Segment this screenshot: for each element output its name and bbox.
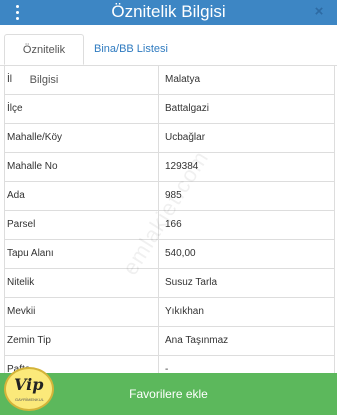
logo-subtext: GAYRİMENKUL <box>15 397 44 402</box>
row-value: Susuz Tarla <box>165 277 218 288</box>
row-value: Yıkıkhan <box>165 306 204 317</box>
table-row: Tapu Alanı 540,00 <box>5 240 334 269</box>
tab-bina-bb-listesi[interactable]: Bina/BB Listesi <box>88 34 174 65</box>
row-value: Malatya <box>165 74 201 85</box>
row-value: Battalgazi <box>165 103 209 114</box>
row-key: İl <box>5 66 159 94</box>
table-row: Mahalle No 129384 <box>5 153 334 182</box>
row-key: Mevkii <box>5 298 159 326</box>
dialog-title: Öznitelik Bilgisi <box>111 2 226 21</box>
vip-logo: Vip GAYRİMENKUL <box>4 367 54 411</box>
row-value: 540,00 <box>165 248 196 259</box>
row-key: Mahalle No <box>5 153 159 181</box>
table-row: Mahalle/Köy Ucbağlar <box>5 124 334 153</box>
row-key: Mahalle/Köy <box>5 124 159 152</box>
logo-text: Vip <box>14 375 44 394</box>
table-row: Zemin Tip Ana Taşınmaz <box>5 327 334 356</box>
tab-oznitelik-bilgisi[interactable]: Öznitelik Bilgisi <box>4 34 84 86</box>
favorite-button-label: Favorilere ekle <box>129 387 208 401</box>
row-value: Ucbağlar <box>165 132 206 143</box>
table-row: İl Malatya <box>5 66 334 95</box>
title-bar: Öznitelik Bilgisi × <box>0 0 337 25</box>
table-row: Nitelik Susuz Tarla <box>5 269 334 298</box>
table-row: İlçe Battalgazi <box>5 95 334 124</box>
row-value: Ana Taşınmaz <box>165 335 229 346</box>
row-key: Ada <box>5 182 159 210</box>
row-key: İlçe <box>5 95 159 123</box>
table-row: Mevkii Yıkıkhan <box>5 298 334 327</box>
row-key: Zemin Tip <box>5 327 159 355</box>
tab-bar: Öznitelik Bilgisi Bina/BB Listesi <box>0 25 337 86</box>
close-icon[interactable]: × <box>311 2 327 22</box>
